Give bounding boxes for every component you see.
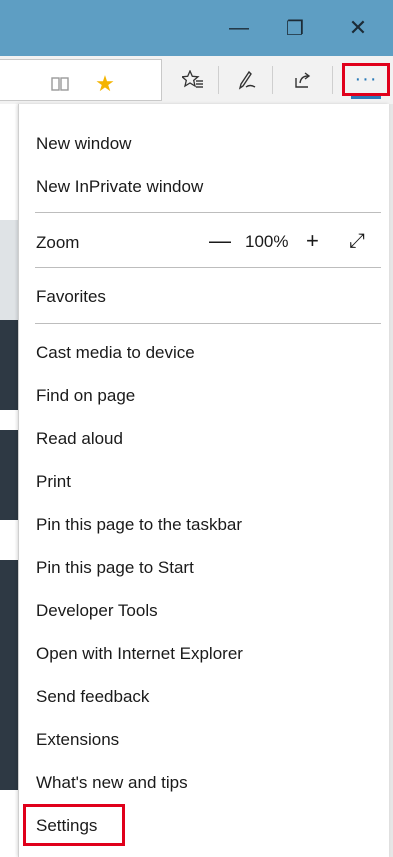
menu-item-whats-new[interactable]: What's new and tips	[36, 773, 188, 793]
active-indicator	[351, 96, 381, 99]
menu-item-new-window[interactable]: New window	[36, 134, 131, 154]
menu-divider	[35, 323, 381, 324]
menu-item-find-on-page[interactable]: Find on page	[36, 386, 135, 406]
close-icon[interactable]: ✕	[330, 0, 386, 56]
restore-icon[interactable]: ❐	[267, 0, 323, 56]
menu-item-zoom-label: Zoom	[36, 233, 80, 252]
address-bar[interactable]: ★	[0, 59, 162, 101]
menu-item-new-inprivate-window[interactable]: New InPrivate window	[36, 177, 203, 197]
menu-item-developer-tools[interactable]: Developer Tools	[36, 601, 158, 621]
zoom-in-button[interactable]: +	[306, 228, 319, 254]
menu-item-read-aloud[interactable]: Read aloud	[36, 429, 123, 449]
menu-divider	[35, 267, 381, 268]
toolbar-divider	[272, 66, 273, 94]
pen-icon[interactable]	[224, 56, 270, 104]
page-content-strip	[0, 430, 18, 520]
menu-item-cast-media[interactable]: Cast media to device	[36, 343, 195, 363]
page-content-strip	[0, 320, 18, 410]
browser-toolbar: ★ ···	[0, 56, 393, 105]
reading-view-icon[interactable]	[42, 60, 78, 108]
menu-divider	[35, 212, 381, 213]
menu-item-pin-taskbar[interactable]: Pin this page to the taskbar	[36, 515, 242, 535]
menu-item-send-feedback[interactable]: Send feedback	[36, 687, 149, 707]
more-icon: ···	[354, 68, 378, 90]
menu-item-favorites[interactable]: Favorites	[36, 287, 106, 307]
fullscreen-icon[interactable]: ⤢	[349, 230, 365, 253]
settings-highlight	[23, 804, 125, 846]
menu-item-pin-start[interactable]: Pin this page to Start	[36, 558, 194, 578]
share-icon[interactable]	[280, 56, 326, 104]
zoom-out-button[interactable]: —	[209, 228, 231, 254]
page-content-strip	[0, 560, 18, 790]
favorites-hub-icon[interactable]	[170, 56, 216, 104]
star-icon[interactable]: ★	[87, 60, 123, 108]
page-content-strip	[0, 220, 18, 320]
toolbar-divider	[218, 66, 219, 94]
toolbar-divider	[332, 66, 333, 94]
zoom-level: 100%	[245, 232, 289, 251]
menu-item-print[interactable]: Print	[36, 472, 71, 492]
menu-item-open-with-ie[interactable]: Open with Internet Explorer	[36, 644, 243, 664]
menu-item-extensions[interactable]: Extensions	[36, 730, 119, 750]
more-actions-button[interactable]: ···	[342, 63, 390, 99]
minimize-icon[interactable]: —	[211, 0, 267, 56]
title-bar: — ❐ ✕	[0, 0, 393, 56]
more-actions-menu: New window New InPrivate window Zoom — 1…	[18, 104, 389, 857]
